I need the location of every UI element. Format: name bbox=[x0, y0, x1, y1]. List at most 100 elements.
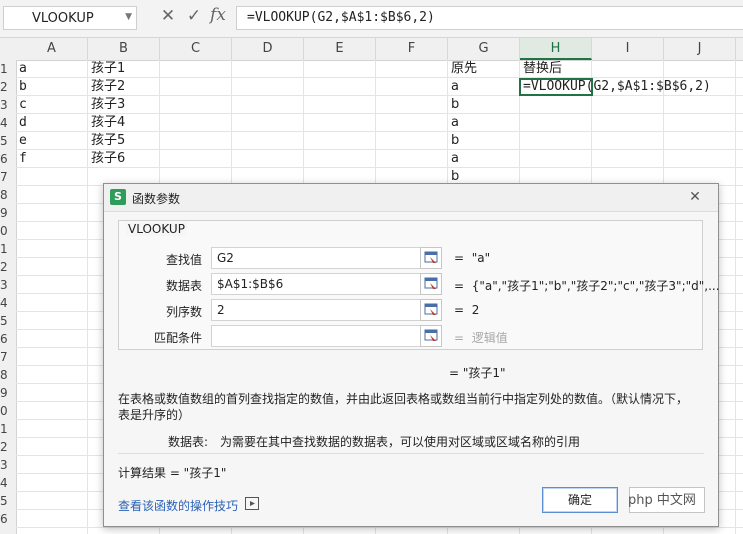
arg-result-range-lookup: = 逻辑值 bbox=[454, 331, 508, 345]
arg-input-table-array[interactable]: $A$1:$B$6 bbox=[211, 273, 421, 295]
cell-b6[interactable]: 孩子6 bbox=[91, 150, 125, 168]
fx-icon[interactable]: fx bbox=[208, 5, 228, 25]
row-header-item[interactable]: 3 bbox=[0, 96, 16, 114]
arg-result-col-index: = 2 bbox=[454, 303, 480, 317]
row-header-item[interactable]: 8 bbox=[0, 366, 16, 384]
arg-label-table-array: 数据表 bbox=[165, 279, 202, 293]
arg-label-lookup-value: 查找值 bbox=[165, 253, 202, 267]
row-header-item[interactable]: 1 bbox=[0, 420, 16, 438]
calc-result: 计算结果 = "孩子1" bbox=[118, 466, 227, 480]
arg-value: 2 bbox=[217, 303, 225, 317]
row-header-item[interactable]: 4 bbox=[0, 114, 16, 132]
column-header-a[interactable]: A bbox=[16, 38, 88, 60]
row-header-item[interactable]: 2 bbox=[0, 438, 16, 456]
chevron-down-icon[interactable]: ▼ bbox=[125, 12, 132, 22]
row-header-item[interactable]: 3 bbox=[0, 456, 16, 474]
row-header-item[interactable]: 7 bbox=[0, 348, 16, 366]
row-header-item[interactable]: 0 bbox=[0, 402, 16, 420]
name-box[interactable]: VLOOKUP ▼ bbox=[3, 6, 137, 30]
column-header: ABCDEFGHIJ bbox=[0, 38, 743, 61]
row-header-item[interactable]: 6 bbox=[0, 510, 16, 528]
column-header-j[interactable]: J bbox=[664, 38, 736, 60]
formula-input[interactable]: =VLOOKUP(G2,$A$1:$B$6,2) bbox=[236, 6, 743, 30]
arg-result-table-array: = {"a","孩子1";"b","孩子2";"c","孩子3";"d",... bbox=[454, 279, 720, 293]
range-select-icon[interactable] bbox=[420, 273, 442, 295]
wps-app-icon: S bbox=[110, 189, 126, 205]
watermark: php 中文网 bbox=[628, 493, 696, 508]
cell-g4[interactable]: a bbox=[451, 114, 459, 132]
arg-help-text: 为需要在其中查找数据的数据表，可以使用对区域或区域名称的引用 bbox=[220, 435, 581, 449]
column-header-c[interactable]: C bbox=[160, 38, 232, 60]
row-header-item[interactable]: 5 bbox=[0, 132, 16, 150]
row-header-item[interactable]: 9 bbox=[0, 384, 16, 402]
cell-b1[interactable]: 孩子1 bbox=[91, 60, 125, 78]
cancel-icon[interactable]: ✕ bbox=[158, 6, 178, 26]
range-select-icon[interactable] bbox=[420, 247, 442, 269]
arg-result-lookup-value: = "a" bbox=[454, 251, 491, 265]
cell-g6[interactable]: a bbox=[451, 150, 459, 168]
column-header-f[interactable]: F bbox=[376, 38, 448, 60]
video-play-icon[interactable] bbox=[245, 497, 259, 510]
arg-input-lookup-value[interactable]: G2 bbox=[211, 247, 421, 269]
cell-a6[interactable]: f bbox=[19, 150, 27, 168]
row-header-item[interactable]: 1 bbox=[0, 60, 16, 78]
column-header-i[interactable]: I bbox=[592, 38, 664, 60]
arg-input-range-lookup[interactable] bbox=[211, 325, 421, 347]
name-box-value: VLOOKUP bbox=[32, 11, 94, 26]
cell-a1[interactable]: a bbox=[19, 60, 27, 78]
row-header-item[interactable]: 4 bbox=[0, 474, 16, 492]
cell-b5[interactable]: 孩子5 bbox=[91, 132, 125, 150]
row-header-item[interactable]: 4 bbox=[0, 294, 16, 312]
formula-bar: VLOOKUP ▼ ✕ ✓ fx =VLOOKUP(G2,$A$1:$B$6,2… bbox=[0, 0, 743, 38]
active-cell[interactable] bbox=[519, 78, 593, 96]
cell-a4[interactable]: d bbox=[19, 114, 27, 132]
row-header-item[interactable]: 9 bbox=[0, 204, 16, 222]
row-header-item[interactable]: 2 bbox=[0, 258, 16, 276]
row-header-item[interactable]: 1 bbox=[0, 240, 16, 258]
formula-text: =VLOOKUP(G2,$A$1:$B$6,2) bbox=[247, 10, 435, 25]
cell-a2[interactable]: b bbox=[19, 78, 27, 96]
cell-a3[interactable]: c bbox=[19, 96, 27, 114]
grid-line bbox=[16, 527, 743, 528]
dialog-title-bar[interactable]: S 函数参数 ✕ bbox=[104, 184, 718, 212]
row-header-item[interactable]: 5 bbox=[0, 492, 16, 510]
column-header-e[interactable]: E bbox=[304, 38, 376, 60]
cell-g2[interactable]: a bbox=[451, 78, 459, 96]
cell-b3[interactable]: 孩子3 bbox=[91, 96, 125, 114]
arg-label-col-index: 列序数 bbox=[165, 305, 202, 319]
column-header-h[interactable]: H bbox=[520, 38, 592, 60]
cell-g1[interactable]: 原先 bbox=[451, 60, 477, 78]
row-header-item[interactable]: 0 bbox=[0, 222, 16, 240]
row-header-item[interactable]: 8 bbox=[0, 186, 16, 204]
ok-button[interactable]: 确定 bbox=[542, 487, 618, 513]
column-header-d[interactable]: D bbox=[232, 38, 304, 60]
row-header-item[interactable]: 5 bbox=[0, 312, 16, 330]
range-select-icon[interactable] bbox=[420, 299, 442, 321]
range-select-icon[interactable] bbox=[420, 325, 442, 347]
arg-value: $A$1:$B$6 bbox=[217, 277, 284, 291]
cell-g5[interactable]: b bbox=[451, 132, 459, 150]
cell-b2[interactable]: 孩子2 bbox=[91, 78, 125, 96]
arg-input-col-index[interactable]: 2 bbox=[211, 299, 421, 321]
cell-h1[interactable]: 替换后 bbox=[523, 60, 562, 78]
function-description-line2: 表是升序的） bbox=[118, 408, 191, 422]
cell-g3[interactable]: b bbox=[451, 96, 459, 114]
confirm-icon[interactable]: ✓ bbox=[184, 6, 204, 26]
function-arguments-dialog: S 函数参数 ✕ VLOOKUP 查找值 G2 = "a" 数据表 $A$1:$… bbox=[103, 183, 720, 527]
arg-value: G2 bbox=[217, 251, 234, 265]
function-tips-link[interactable]: 查看该函数的操作技巧 bbox=[118, 497, 238, 514]
row-header-item[interactable]: 2 bbox=[0, 78, 16, 96]
row-header-item[interactable]: 7 bbox=[0, 168, 16, 186]
function-name: VLOOKUP bbox=[126, 222, 187, 236]
row-header-item[interactable]: 3 bbox=[0, 276, 16, 294]
cell-b4[interactable]: 孩子4 bbox=[91, 114, 125, 132]
arg-help-label: 数据表: bbox=[168, 435, 209, 449]
column-header-b[interactable]: B bbox=[88, 38, 160, 60]
row-header-item[interactable]: 6 bbox=[0, 330, 16, 348]
close-icon[interactable]: ✕ bbox=[684, 187, 706, 207]
function-description: 在表格或数值数组的首列查找指定的数值，并由此返回表格或数组当前行中指定列处的数值… bbox=[118, 392, 689, 406]
overall-result: = "孩子1" bbox=[449, 366, 506, 380]
cell-a5[interactable]: e bbox=[19, 132, 27, 150]
column-header-g[interactable]: G bbox=[448, 38, 520, 60]
row-header-item[interactable]: 6 bbox=[0, 150, 16, 168]
